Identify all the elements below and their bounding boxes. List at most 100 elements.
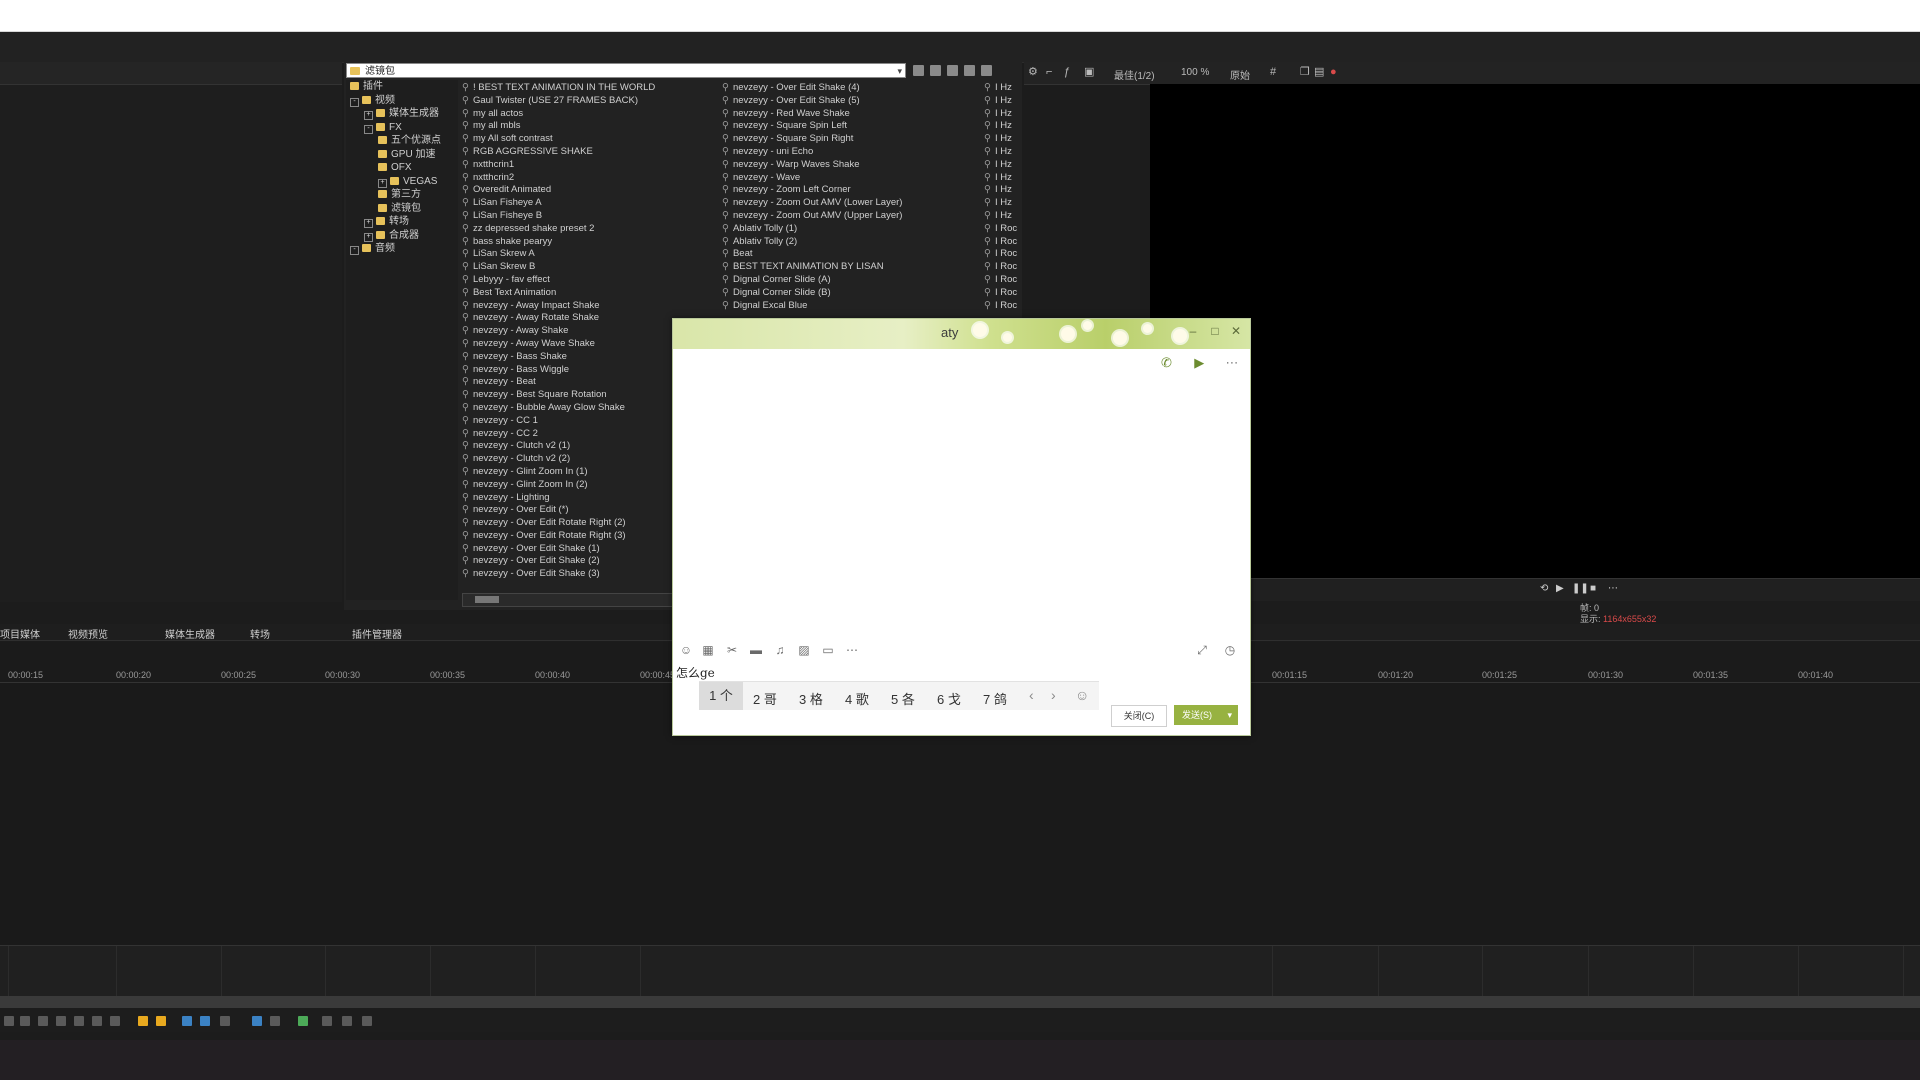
- plugin-item[interactable]: ⚲ I Hz: [984, 133, 1020, 146]
- edit-tool-icon[interactable]: [200, 1016, 210, 1026]
- plugin-item[interactable]: ⚲ I Hz: [984, 95, 1020, 108]
- ime-candidate[interactable]: 2 哥: [753, 689, 777, 708]
- copy-icon[interactable]: ❐: [1300, 67, 1311, 78]
- timeline-scrollbar[interactable]: [0, 996, 1920, 1008]
- plugin-item[interactable]: ⚲ Dignal Excal Blue: [722, 300, 980, 313]
- plugin-item[interactable]: ⚲ LiSan Fisheye B: [462, 210, 717, 223]
- image-icon[interactable]: ▨: [797, 643, 811, 657]
- plugin-item[interactable]: ⚲ Lebyyy - fav effect: [462, 274, 717, 287]
- phone-icon[interactable]: ✆: [1158, 356, 1174, 369]
- chat-message-input[interactable]: 怎么ge: [676, 664, 715, 681]
- tool-icon[interactable]: [20, 1016, 30, 1026]
- plugin-item[interactable]: ⚲ my all mbls: [462, 120, 717, 133]
- more-icon[interactable]: ⋯: [1608, 583, 1618, 594]
- plugin-item[interactable]: ⚲ RGB AGGRESSIVE SHAKE: [462, 146, 717, 159]
- new-folder-icon[interactable]: [913, 65, 924, 76]
- ime-candidate[interactable]: 4 歌: [845, 689, 869, 708]
- expand-icon[interactable]: +: [364, 232, 373, 242]
- tool-icon[interactable]: [92, 1016, 102, 1026]
- folder-icon[interactable]: ▬: [749, 643, 763, 657]
- tree-item[interactable]: + 媒体生成器: [364, 107, 439, 120]
- loop-icon[interactable]: ⟲: [1540, 583, 1548, 594]
- back-icon[interactable]: [930, 65, 941, 76]
- plugin-item[interactable]: ⚲ nevzeyy - Red Wave Shake: [722, 108, 980, 121]
- expand-icon[interactable]: +: [364, 111, 373, 120]
- collapse-icon[interactable]: -: [350, 97, 359, 107]
- plugin-item[interactable]: ⚲ nevzeyy - Square Spin Right: [722, 133, 980, 146]
- minimize-icon[interactable]: –: [1186, 324, 1200, 338]
- grid-icon[interactable]: #: [1270, 67, 1281, 78]
- plugin-item[interactable]: ⚲ zz depressed shake preset 2: [462, 223, 717, 236]
- envelope-icon[interactable]: [220, 1016, 230, 1026]
- plugin-item[interactable]: ⚲ Best Text Animation: [462, 287, 717, 300]
- plugin-item[interactable]: ⚲ nevzeyy - Wave: [722, 172, 980, 185]
- maximize-icon[interactable]: □: [1208, 324, 1222, 338]
- preview-zoom[interactable]: 100 %: [1181, 67, 1209, 78]
- plugin-item[interactable]: ⚲ Ablativ Tolly (1): [722, 223, 980, 236]
- ime-candidate[interactable]: 7 鸽: [983, 689, 1007, 708]
- tab-video-preview[interactable]: 视频预览: [68, 626, 108, 641]
- plugin-item[interactable]: ⚲ nxtthcrin2: [462, 172, 717, 185]
- plugin-item[interactable]: ⚲ I Hz: [984, 159, 1020, 172]
- color-icon[interactable]: [298, 1016, 308, 1026]
- scissors-icon[interactable]: ✂: [725, 643, 739, 657]
- save-icon[interactable]: ▤: [1314, 67, 1325, 78]
- plugin-item[interactable]: ⚲ I Roc: [984, 261, 1020, 274]
- plugin-item[interactable]: ⚲ BEST TEXT ANIMATION BY LISAN: [722, 261, 980, 274]
- tool-icon[interactable]: [56, 1016, 66, 1026]
- history-icon[interactable]: ◷: [1223, 643, 1237, 657]
- plugin-item[interactable]: ⚲ my All soft contrast: [462, 133, 717, 146]
- plugin-item[interactable]: ⚲ I Hz: [984, 108, 1020, 121]
- plugin-item[interactable]: ⚲ I Hz: [984, 210, 1020, 223]
- tree-item[interactable]: - 视频: [350, 94, 395, 107]
- tab-plugin-manager[interactable]: 插件管理器: [352, 626, 402, 641]
- timeline-lower-track[interactable]: [0, 945, 1920, 996]
- plugin-item[interactable]: ⚲ I Roc: [984, 248, 1020, 261]
- tool-icon[interactable]: [4, 1016, 14, 1026]
- tab-project-media[interactable]: 项目媒体: [0, 626, 40, 641]
- select-icon[interactable]: [252, 1016, 262, 1026]
- tree-item[interactable]: + 合成器: [364, 229, 419, 242]
- preview-quality[interactable]: 最佳(1/2): [1114, 67, 1155, 82]
- plugin-item[interactable]: ⚲ I Roc: [984, 300, 1020, 313]
- ime-candidate[interactable]: 5 各: [891, 689, 915, 708]
- plugin-item[interactable]: ⚲ Gaul Twister (USE 27 FRAMES BACK): [462, 95, 717, 108]
- tool-icon[interactable]: [74, 1016, 84, 1026]
- tree-item[interactable]: 插件: [350, 80, 383, 93]
- plugin-item[interactable]: ⚲ nevzeyy - Zoom Out AMV (Lower Layer): [722, 197, 980, 210]
- expand-icon[interactable]: +: [378, 178, 387, 188]
- close-button[interactable]: 关闭(C): [1111, 705, 1167, 727]
- plugin-item[interactable]: ⚲ Overedit Animated: [462, 184, 717, 197]
- expand-icon[interactable]: +: [364, 219, 373, 228]
- plugin-item[interactable]: ⚲ Dignal Corner Slide (A): [722, 274, 980, 287]
- ime-candidate[interactable]: 1 个: [699, 682, 743, 710]
- tool-icon[interactable]: [322, 1016, 332, 1026]
- fx-icon[interactable]: ƒ: [1064, 67, 1075, 78]
- more-icon[interactable]: ⋯: [845, 643, 859, 657]
- gif-icon[interactable]: ▦: [701, 643, 715, 657]
- plugin-item[interactable]: ⚲ nevzeyy - Warp Waves Shake: [722, 159, 980, 172]
- plugin-scrollbar[interactable]: [462, 593, 674, 607]
- tree-item[interactable]: OFX: [378, 161, 412, 174]
- plugin-item[interactable]: ⚲ I Roc: [984, 287, 1020, 300]
- plugin-item[interactable]: ⚲ I Hz: [984, 146, 1020, 159]
- tab-transitions[interactable]: 转场: [250, 626, 270, 641]
- close-icon[interactable]: ✕: [1229, 324, 1243, 338]
- plugin-item[interactable]: ⚲ nevzeyy - Over Edit Shake (4): [722, 82, 980, 95]
- collapse-icon[interactable]: -: [350, 246, 359, 255]
- plugin-item[interactable]: ⚲ nevzeyy - Zoom Out AMV (Upper Layer): [722, 210, 980, 223]
- region-icon[interactable]: [156, 1016, 166, 1026]
- plugin-item[interactable]: ⚲ Ablativ Tolly (2): [722, 236, 980, 249]
- video-call-icon[interactable]: ▶: [1191, 356, 1207, 369]
- tree-item[interactable]: + 转场: [364, 215, 409, 228]
- ime-candidate[interactable]: 6 戈: [937, 689, 961, 708]
- plugin-item[interactable]: ⚲ nevzeyy - Away Impact Shake: [462, 300, 717, 313]
- tree-item[interactable]: GPU 加速: [378, 148, 435, 161]
- music-icon[interactable]: ♫: [773, 643, 787, 657]
- play-icon[interactable]: ▶: [1556, 583, 1564, 594]
- tool-icon[interactable]: [362, 1016, 372, 1026]
- tree-item[interactable]: - 音频: [350, 242, 395, 255]
- emoji-icon[interactable]: ☺: [1075, 687, 1089, 703]
- plugin-item[interactable]: ⚲ LiSan Skrew A: [462, 248, 717, 261]
- plugin-item[interactable]: ⚲ nevzeyy - uni Echo: [722, 146, 980, 159]
